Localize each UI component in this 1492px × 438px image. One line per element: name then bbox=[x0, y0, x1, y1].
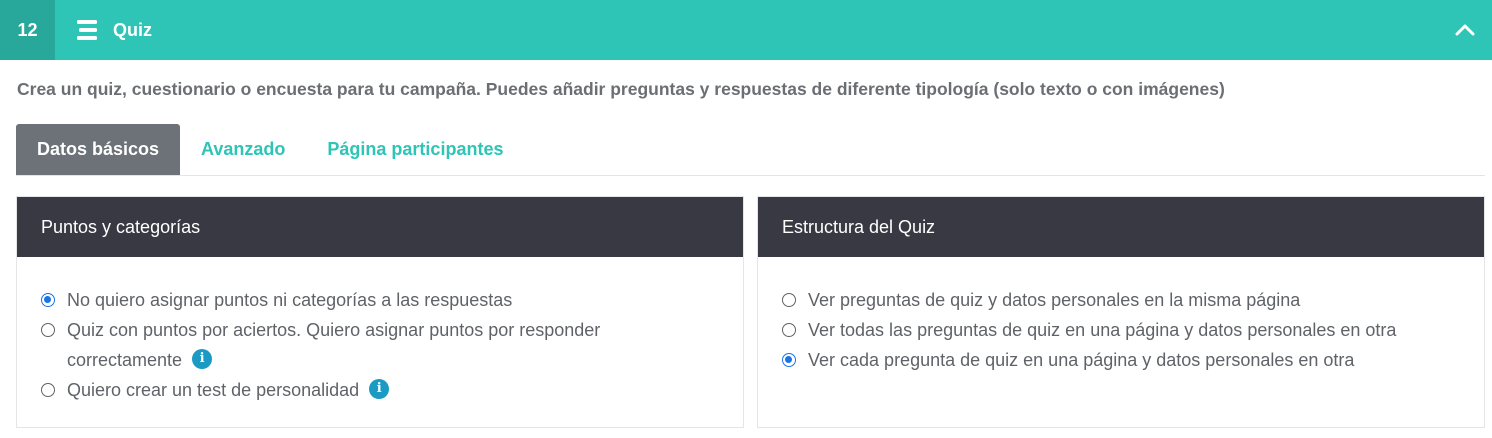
option-each-question-per-page[interactable]: Ver cada pregunta de quiz en una página … bbox=[782, 345, 1460, 375]
option-all-questions-one-page[interactable]: Ver todas las preguntas de quiz en una p… bbox=[782, 315, 1460, 345]
tab-pagina-participantes[interactable]: Página participantes bbox=[306, 124, 524, 175]
option-points-by-correct[interactable]: Quiz con puntos por aciertos. Quiero asi… bbox=[41, 315, 719, 375]
section-title: Quiz bbox=[113, 19, 152, 40]
radio-button[interactable] bbox=[782, 353, 796, 367]
option-label: Ver cada pregunta de quiz en una página … bbox=[808, 350, 1355, 370]
option-label: No quiero asignar puntos ni categorías a… bbox=[67, 290, 513, 310]
radio-button[interactable] bbox=[782, 323, 796, 337]
option-personality-test[interactable]: Quiero crear un test de personalidad i bbox=[41, 375, 719, 405]
radio-button[interactable] bbox=[41, 383, 55, 397]
section-header: 12 Quiz bbox=[0, 0, 1492, 60]
tab-datos-basicos[interactable]: Datos básicos bbox=[16, 124, 181, 175]
radio-button[interactable] bbox=[782, 293, 796, 307]
tab-avanzado[interactable]: Avanzado bbox=[180, 124, 306, 175]
option-label-line2: correctamente bbox=[67, 350, 183, 370]
tab-bar: Datos básicos Avanzado Página participan… bbox=[16, 124, 1485, 176]
panel-title: Puntos y categorías bbox=[17, 197, 743, 257]
quiz-structure-panel: Estructura del Quiz Ver preguntas de qui… bbox=[757, 196, 1485, 428]
chevron-up-icon[interactable] bbox=[1448, 13, 1482, 47]
points-categories-panel: Puntos y categorías No quiero asignar pu… bbox=[16, 196, 744, 428]
option-label-line1: Quiz con puntos por aciertos. Quiero asi… bbox=[67, 320, 601, 340]
option-no-points[interactable]: No quiero asignar puntos ni categorías a… bbox=[41, 285, 719, 315]
info-icon[interactable]: i bbox=[369, 379, 390, 400]
radio-button[interactable] bbox=[41, 323, 55, 337]
step-number: 12 bbox=[0, 0, 55, 60]
option-label-text: Quiero crear un test de personalidad bbox=[67, 380, 360, 400]
menu-lines-icon bbox=[75, 18, 99, 42]
option-label: Quiero crear un test de personalidad i bbox=[67, 375, 390, 405]
option-label: Ver todas las preguntas de quiz en una p… bbox=[808, 320, 1397, 340]
option-same-page[interactable]: Ver preguntas de quiz y datos personales… bbox=[782, 285, 1460, 315]
option-label: Quiz con puntos por aciertos. Quiero asi… bbox=[67, 315, 600, 375]
section-description: Crea un quiz, cuestionario o encuesta pa… bbox=[17, 79, 1225, 99]
option-label: Ver preguntas de quiz y datos personales… bbox=[808, 290, 1301, 310]
info-icon[interactable]: i bbox=[192, 349, 213, 370]
radio-button[interactable] bbox=[41, 293, 55, 307]
panel-title: Estructura del Quiz bbox=[758, 197, 1484, 257]
